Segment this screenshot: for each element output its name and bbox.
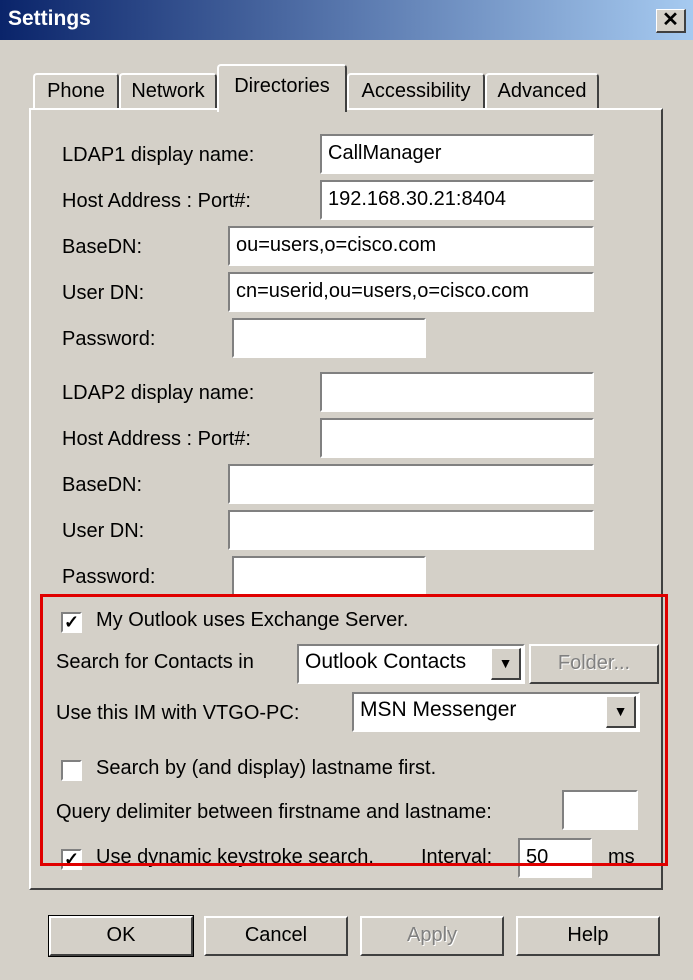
delimiter-label: Query delimiter between firstname and la…: [56, 801, 492, 823]
dynamic-search-label: Use dynamic keystroke search.: [96, 846, 374, 868]
ldap1-basedn-label: BaseDN:: [62, 236, 143, 258]
tab-accessibility[interactable]: Accessibility: [347, 73, 485, 109]
help-button[interactable]: Help: [516, 916, 660, 956]
close-icon: ✕: [662, 9, 679, 31]
ldap1-host-field[interactable]: 192.168.30.21:8404: [320, 180, 594, 220]
im-label: Use this IM with VTGO-PC:: [56, 702, 300, 724]
chevron-down-icon[interactable]: ▼: [606, 696, 636, 728]
tab-network[interactable]: Network: [119, 73, 217, 109]
exchange-label: My Outlook uses Exchange Server.: [96, 609, 409, 631]
tab-phone[interactable]: Phone: [33, 73, 119, 109]
search-contacts-value: Outlook Contacts: [305, 650, 467, 673]
interval-unit: ms: [608, 846, 635, 868]
ldap1-userdn-label: User DN:: [62, 282, 145, 304]
chevron-down-icon[interactable]: ▼: [491, 648, 521, 680]
folder-button[interactable]: Folder...: [529, 644, 659, 684]
apply-button[interactable]: Apply: [360, 916, 504, 956]
ldap1-password-field[interactable]: [232, 318, 426, 358]
tab-advanced[interactable]: Advanced: [485, 73, 599, 109]
tab-network-label: Network: [131, 80, 205, 102]
ldap1-display-name-label: LDAP1 display name:: [62, 144, 255, 166]
ldap2-host-field[interactable]: [320, 418, 594, 458]
ldap2-basedn-label: BaseDN:: [62, 474, 143, 496]
ldap1-password-label: Password:: [62, 328, 156, 350]
search-contacts-dropdown[interactable]: Outlook Contacts ▼: [297, 644, 525, 684]
title-bar: Settings ✕: [0, 0, 693, 40]
cancel-button[interactable]: Cancel: [204, 916, 348, 956]
ldap2-basedn-field[interactable]: [228, 464, 594, 504]
close-button[interactable]: ✕: [656, 9, 686, 33]
search-contacts-label: Search for Contacts in: [56, 651, 254, 673]
ldap1-basedn-field[interactable]: ou=users,o=cisco.com: [228, 226, 594, 266]
ldap1-userdn-field[interactable]: cn=userid,ou=users,o=cisco.com: [228, 272, 594, 312]
ok-button[interactable]: OK: [48, 915, 194, 957]
window-title: Settings: [8, 7, 91, 30]
ldap1-host-label: Host Address : Port#:: [62, 190, 251, 212]
im-dropdown[interactable]: MSN Messenger ▼: [352, 692, 640, 732]
lastname-label: Search by (and display) lastname first.: [96, 757, 437, 779]
ldap2-host-label: Host Address : Port#:: [62, 428, 251, 450]
ldap2-display-name-field[interactable]: [320, 372, 594, 412]
tab-directories[interactable]: Directories: [217, 64, 347, 112]
ldap2-display-name-label: LDAP2 display name:: [62, 382, 255, 404]
tab-phone-label: Phone: [47, 80, 105, 102]
tab-advanced-label: Advanced: [497, 80, 587, 102]
im-value: MSN Messenger: [360, 698, 517, 721]
ldap1-display-name-field[interactable]: CallManager: [320, 134, 594, 174]
tab-accessibility-label: Accessibility: [361, 80, 471, 102]
ldap2-userdn-label: User DN:: [62, 520, 145, 542]
tab-directories-label: Directories: [234, 75, 330, 97]
ldap2-password-label: Password:: [62, 566, 156, 588]
delimiter-field[interactable]: [562, 790, 638, 830]
ldap2-userdn-field[interactable]: [228, 510, 594, 550]
interval-field[interactable]: 50: [518, 838, 592, 878]
lastname-checkbox[interactable]: [61, 760, 82, 781]
ldap2-password-field[interactable]: [232, 556, 426, 596]
interval-label: Interval:: [421, 846, 493, 868]
dynamic-search-checkbox[interactable]: ✓: [61, 849, 82, 870]
exchange-checkbox[interactable]: ✓: [61, 612, 82, 633]
